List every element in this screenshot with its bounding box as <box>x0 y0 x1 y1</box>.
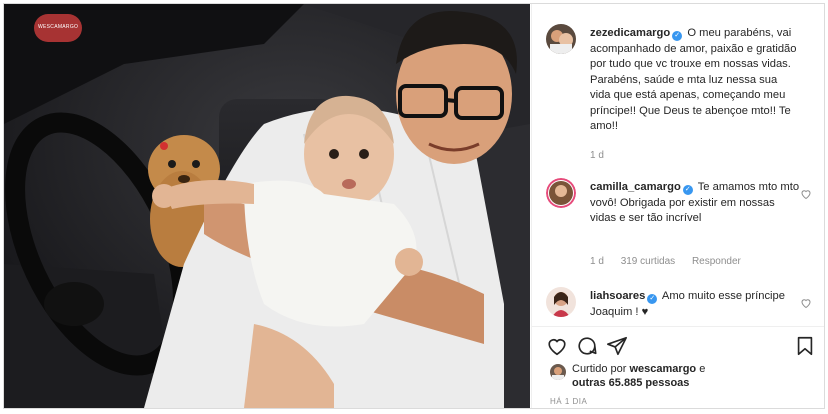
likes-prefix: Curtido por <box>572 363 627 375</box>
post-photo[interactable]: WESCAMARGO <box>4 4 530 408</box>
liker-username[interactable]: wescamargo <box>629 363 696 375</box>
commenter-avatar[interactable] <box>546 287 576 317</box>
comment-likes[interactable]: 319 curtidas <box>621 256 675 267</box>
likes-conj: e <box>699 363 706 375</box>
verified-badge-icon: ✓ <box>672 31 683 41</box>
photo-sticker: WESCAMARGO <box>38 24 79 30</box>
action-bar <box>532 326 824 363</box>
comments-panel: zezedicamargo ✓ O meu parabéns, vai acomp… <box>531 4 824 408</box>
photo-illustration <box>4 4 530 408</box>
comment-username[interactable]: liahsoares <box>590 290 645 302</box>
caption-age[interactable]: 1 d <box>590 150 604 161</box>
verified-badge-icon: ✓ <box>647 294 658 304</box>
comment-age[interactable]: 1 d <box>590 256 604 267</box>
comments-list[interactable]: zezedicamargo ✓ O meu parabéns, vai acomp… <box>532 4 824 324</box>
heart-icon[interactable] <box>546 335 568 357</box>
caption-username[interactable]: zezedicamargo <box>590 27 670 39</box>
instagram-post-frame: WESCAMARGO zezedicamargo ✓ O meu parabéns… <box>3 3 825 409</box>
post-timestamp[interactable]: HÁ 1 DIA <box>550 397 587 406</box>
liker-avatar[interactable] <box>550 364 566 380</box>
caption-body: O meu parabéns, vai acompanhado de amor,… <box>590 27 797 132</box>
comment-icon[interactable] <box>576 335 598 357</box>
paper-plane-icon[interactable] <box>606 335 628 357</box>
caption-meta: 1 d <box>590 150 618 161</box>
author-avatar[interactable] <box>546 24 576 54</box>
caption-text: zezedicamargo ✓ O meu parabéns, vai acomp… <box>590 26 800 135</box>
comment-heart-icon[interactable] <box>800 297 812 309</box>
comment-text: liahsoares ✓ Amo muito esse príncipe Joaq… <box>590 289 800 320</box>
comment-reply-button[interactable]: Responder <box>692 256 741 267</box>
comment-text: camilla_camargo ✓ Te amamos mto mto vovô!… <box>590 180 800 227</box>
comment-meta: 1 d 319 curtidas Responder <box>590 256 755 267</box>
bookmark-icon[interactable] <box>794 335 816 357</box>
comment-username[interactable]: camilla_camargo <box>590 181 681 193</box>
likes-text: Curtido por wescamargo e outras 65.885 p… <box>572 362 752 390</box>
verified-badge-icon: ✓ <box>682 185 693 195</box>
likes-others[interactable]: outras 65.885 pessoas <box>572 377 689 389</box>
commenter-avatar[interactable] <box>546 178 576 208</box>
comment-heart-icon[interactable] <box>800 188 812 200</box>
